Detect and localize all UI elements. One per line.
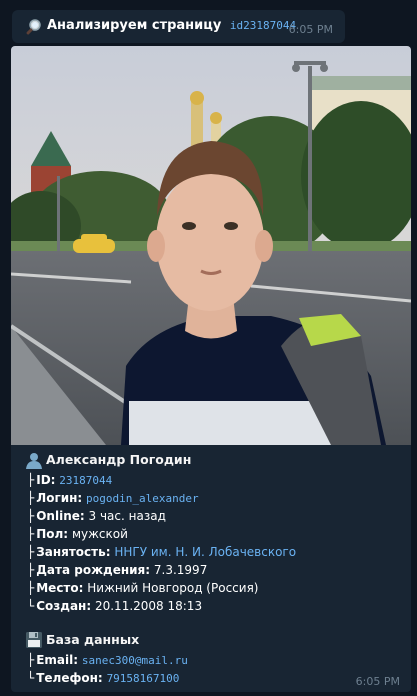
field-value: 3 час. назад <box>88 509 166 523</box>
tree-connector: ├ <box>27 545 35 559</box>
profile-fields: ├ ID: 23187044 ├ Логин: pogodin_alexander ├ O… <box>25 471 405 615</box>
tree-connector: ├ <box>27 509 35 523</box>
magnifier-icon <box>26 19 41 35</box>
info-row: ├ ID: 23187044 <box>25 471 405 489</box>
field-label: Занятость: <box>36 545 111 559</box>
field-label: ID: <box>36 473 56 487</box>
tree-connector: └ <box>27 599 35 613</box>
profile-photo[interactable] <box>11 46 411 445</box>
database-fields: ├ Email: sanec300@mail.ru └ Телефон: 791581… <box>25 651 405 687</box>
info-row: ├ Логин: pogodin_alexander <box>25 489 405 507</box>
field-label: Email: <box>36 653 79 667</box>
field-label: Online: <box>36 509 85 523</box>
profile-info: Александр Погодин ├ ID: 23187044 ├ Логин: p… <box>25 451 405 687</box>
info-row: ├ Пол: мужской <box>25 525 405 543</box>
field-value[interactable]: 79158167100 <box>107 672 180 685</box>
database-header: База данных <box>25 631 405 649</box>
tree-connector: ├ <box>27 491 35 505</box>
info-row: ├ Дата рождения: 7.3.1997 <box>25 561 405 579</box>
info-row: ├ Email: sanec300@mail.ru <box>25 651 405 669</box>
profile-header: Александр Погодин <box>25 451 405 469</box>
field-value[interactable]: pogodin_alexander <box>86 492 199 505</box>
info-row: └ Телефон: 79158167100 <box>25 669 405 687</box>
field-value[interactable]: sanec300@mail.ru <box>82 654 188 667</box>
tree-connector: └ <box>27 671 35 685</box>
profile-id-link[interactable]: id23187044 <box>230 19 296 32</box>
message-time: 6:05 PM <box>288 23 333 36</box>
field-label: Логин: <box>36 491 83 505</box>
tree-connector: ├ <box>27 473 35 487</box>
user-silhouette-icon <box>26 453 42 469</box>
tree-connector: ├ <box>27 527 35 541</box>
field-label: Место: <box>36 581 84 595</box>
message-time: 6:05 PM <box>355 675 400 688</box>
field-value: Нижний Новгород (Россия) <box>87 581 259 595</box>
field-label: Дата рождения: <box>36 563 151 577</box>
field-value: 7.3.1997 <box>153 563 208 577</box>
analysis-title: Анализируем страницу id23187044 <box>47 18 297 33</box>
floppy-disk-icon <box>26 632 42 648</box>
field-value: 20.11.2008 18:13 <box>94 599 203 613</box>
info-row: ├ Online: 3 час. назад <box>25 507 405 525</box>
info-row: ├ Место: Нижний Новгород (Россия) <box>25 579 405 597</box>
field-value: мужской <box>71 527 128 541</box>
tree-connector: ├ <box>27 581 35 595</box>
profile-message: Александр Погодин ├ ID: 23187044 ├ Логин: p… <box>11 46 411 692</box>
info-row: ├ Занятость: ННГУ им. Н. И. Лобачевского <box>25 543 405 561</box>
profile-name: Александр Погодин <box>46 452 192 467</box>
field-label: Телефон: <box>36 671 103 685</box>
field-label: Пол: <box>36 527 69 541</box>
info-row: └ Создан: 20.11.2008 18:13 <box>25 597 405 615</box>
analysis-header-message: Анализируем страницу id23187044 6:05 PM <box>12 10 345 43</box>
field-value[interactable]: 23187044 <box>59 474 112 487</box>
database-title: База данных <box>46 632 140 647</box>
tree-connector: ├ <box>27 563 35 577</box>
tree-connector: ├ <box>27 653 35 667</box>
field-label: Создан: <box>36 599 92 613</box>
field-value[interactable]: ННГУ им. Н. И. Лобачевского <box>114 545 296 559</box>
